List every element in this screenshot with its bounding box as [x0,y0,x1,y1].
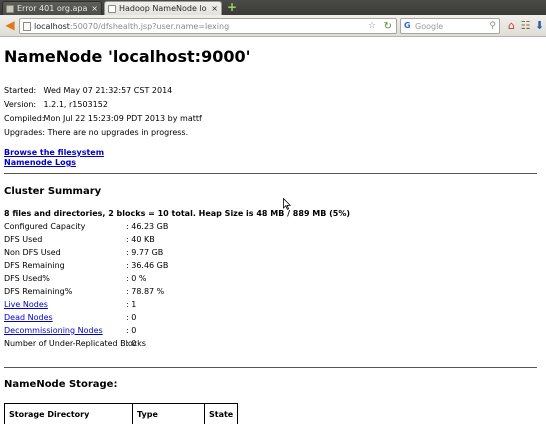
url-path: :50070/dfshealth.jsp?user.name=lexing [69,22,230,31]
close-tab-icon[interactable]: × [91,2,98,15]
search-bar[interactable]: G Google ⚲ [400,18,500,34]
info-row-started: Started: Wed May 07 21:32:57 CST 2014 [4,84,202,98]
stats-key-cell: Dead Nodes [4,311,126,324]
page-favicon-icon [108,5,116,13]
page-favicon-icon [6,5,14,13]
stats-key: DFS Remaining% [4,287,73,296]
extension-icon[interactable]: ☷ [519,19,532,33]
type-header: Type [132,403,205,424]
stats-key: Non DFS Used [4,248,61,257]
info-label: Compiled: [4,114,45,123]
info-row-compiled: Compiled: Mon Jul 22 15:23:09 PDT 2013 b… [4,112,202,126]
decommissioning-nodes-link[interactable]: Decommissioning Nodes [4,326,103,335]
dead-nodes-link[interactable]: Dead Nodes [4,313,53,322]
stats-row: Dead Nodes : 0 [4,311,168,324]
stats-row: Number of Under-Replicated Blocks: 0 [4,337,168,350]
namenode-logs-link[interactable]: Namenode Logs [4,158,104,168]
stats-row: DFS Used : 40 KB [4,233,168,246]
page-content: NameNode 'localhost:9000' Started: Wed M… [0,38,546,424]
stats-value: : 0 [126,313,137,322]
stats-key: DFS Used% [4,274,50,283]
stats-row: DFS Remaining : 36.46 GB [4,259,168,272]
star-icon[interactable]: ☆ [368,19,376,34]
new-tab-icon[interactable]: + [226,1,238,13]
stats-value: : 40 KB [126,235,155,244]
browse-filesystem-link[interactable]: Browse the filesystem [4,148,104,158]
tab-label: Hadoop NameNode localh... [119,4,207,13]
info-value: 1.2.1, r1503152 [43,100,108,109]
search-input[interactable]: Google [415,19,443,34]
stats-value: : 9.77 GB [126,248,164,257]
stats-key-cell: Decommissioning Nodes [4,324,126,337]
close-tab-icon[interactable]: × [211,2,218,15]
stats-value: : 0 [126,326,137,335]
state-header: State [203,403,239,424]
tab-strip: Error 401 org.apache.hado... × Hadoop Na… [0,0,546,15]
url-bar[interactable]: localhost:50070/dfshealth.jsp?user.name=… [19,18,397,34]
stats-key-cell: Live Nodes [4,298,126,311]
back-icon[interactable]: ◀ [3,19,17,33]
stats-row: DFS Used% : 0 % [4,272,168,285]
stats-value: : 36.46 GB [126,261,169,270]
storage-table-header-row: Storage Directory Type State [4,403,239,424]
info-value: Wed May 07 21:32:57 CST 2014 [43,86,173,95]
stats-key: Number of Under-Replicated Blocks [4,339,146,348]
stats-value: : 78.87 % [126,287,165,296]
info-value: Mon Jul 22 15:23:09 PDT 2013 by mattf [43,114,202,123]
storage-directory-header: Storage Directory [4,403,133,424]
info-value: There are no upgrades in progress. [47,128,189,137]
stats-value: : 1 [126,300,137,309]
stats-row: Configured Capacity : 46.23 GB [4,220,168,233]
tab-hadoop-namenode[interactable]: Hadoop NameNode localh... × [104,1,222,15]
url-text[interactable]: localhost:50070/dfshealth.jsp?user.name=… [34,19,229,34]
namenode-storage-heading: NameNode Storage: [4,379,118,390]
mouse-cursor-icon [283,198,291,210]
tab-error-401[interactable]: Error 401 org.apache.hado... × [2,1,102,15]
live-nodes-link[interactable]: Live Nodes [4,300,48,309]
info-row-upgrades: Upgrades: There are no upgrades in progr… [4,126,202,140]
info-label: Version: [4,100,37,109]
page-title: NameNode 'localhost:9000' [4,47,251,66]
namenode-info: Started: Wed May 07 21:32:57 CST 2014 Ve… [4,84,202,140]
stats-key: Configured Capacity [4,222,86,231]
cluster-summary-heading: Cluster Summary [4,186,102,197]
stats-row: Live Nodes : 1 [4,298,168,311]
stats-row: Decommissioning Nodes : 0 [4,324,168,337]
info-label: Upgrades: [4,128,46,137]
stats-value: : 0 % [126,274,147,283]
divider [4,173,537,174]
page-icon [23,22,31,31]
search-icon[interactable]: ⚲ [489,19,496,34]
download-icon[interactable]: ⬇ [533,19,546,33]
stats-key: DFS Used [4,235,43,244]
page-links: Browse the filesystem Namenode Logs [4,148,104,168]
tab-label: Error 401 org.apache.hado... [17,4,87,13]
navigation-toolbar: ◀ localhost:50070/dfshealth.jsp?user.nam… [0,15,546,37]
stats-row: Non DFS Used : 9.77 GB [4,246,168,259]
info-label: Started: [4,86,37,95]
stats-value: : 0 [126,339,137,348]
reload-icon[interactable]: ↻ [384,19,392,34]
storage-table: Storage Directory Type State [4,403,239,424]
info-row-version: Version: 1.2.1, r1503152 [4,98,202,112]
home-icon[interactable]: ⌂ [505,19,518,33]
cluster-summary-line: 8 files and directories, 2 blocks = 10 t… [4,209,351,218]
url-host: localhost [34,22,70,31]
stats-value: : 46.23 GB [126,222,169,231]
google-icon[interactable]: G [404,21,414,31]
cluster-stats-table: Configured Capacity : 46.23 GB DFS Used : … [4,220,168,350]
divider [4,367,537,368]
stats-row: DFS Remaining% : 78.87 % [4,285,168,298]
stats-key: DFS Remaining [4,261,65,270]
